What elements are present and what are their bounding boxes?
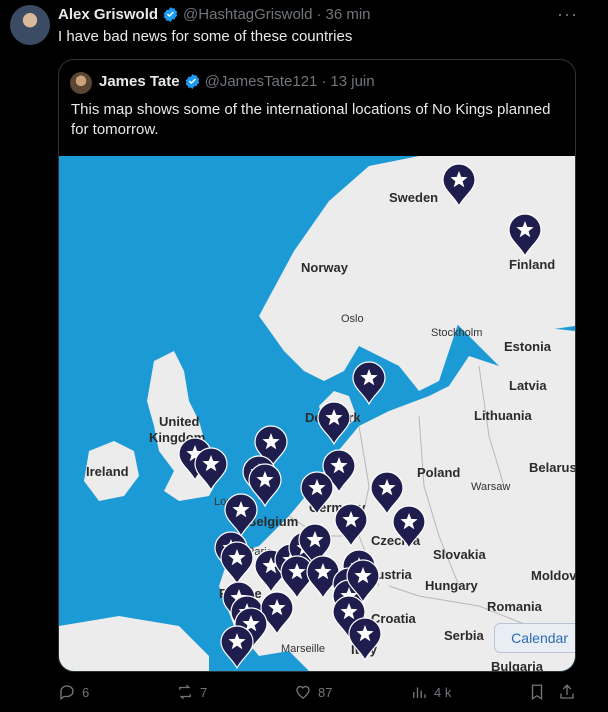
- repost-count: 7: [200, 684, 208, 700]
- repost-button[interactable]: 7: [176, 683, 207, 701]
- label-sweden: Sweden: [389, 190, 438, 205]
- label-oslo: Oslo: [341, 313, 364, 325]
- label-moldova: Moldova: [531, 568, 575, 583]
- author-name[interactable]: Alex Griswold: [58, 6, 158, 23]
- bookmark-icon: [531, 684, 543, 701]
- reply-count: 6: [82, 684, 90, 700]
- author-handle[interactable]: @HashtagGriswold: [183, 6, 312, 23]
- more-options-icon[interactable]: ···: [557, 4, 578, 25]
- label-serbia: Serbia: [444, 628, 485, 643]
- share-icon: [560, 684, 574, 699]
- label-finland: Finland: [509, 257, 555, 272]
- separator-dot: ·: [321, 73, 327, 90]
- quoted-post-header: James Tate @JamesTate121 · 13 juin: [99, 73, 375, 90]
- like-button[interactable]: 87: [294, 683, 332, 701]
- quoted-author-avatar[interactable]: [70, 72, 92, 94]
- views-button[interactable]: 4 k: [410, 683, 451, 701]
- label-warsaw: Warsaw: [471, 481, 510, 493]
- reply-icon: [60, 685, 74, 701]
- label-stockholm: Stockholm: [431, 327, 482, 339]
- repost-icon: [179, 684, 191, 700]
- quoted-post-text: This map shows some of the international…: [71, 101, 551, 138]
- reply-button[interactable]: 6: [58, 683, 89, 701]
- author-avatar[interactable]: [10, 5, 50, 45]
- label-estonia: Estonia: [504, 339, 552, 354]
- post-actions-bar: 6 7 87 4 k: [58, 683, 588, 703]
- label-bulgaria: Bulgaria: [491, 659, 544, 671]
- like-count: 87: [318, 684, 333, 700]
- label-hungary: Hungary: [425, 578, 479, 593]
- views-chart-icon: [413, 687, 426, 698]
- separator-dot: ·: [316, 6, 322, 23]
- map-svg: Sweden Finland Norway Oslo Stockholm Est…: [59, 156, 575, 671]
- label-slovakia: Slovakia: [433, 547, 487, 562]
- label-lithuania: Lithuania: [474, 408, 533, 423]
- quoted-author-name[interactable]: James Tate: [99, 73, 180, 90]
- bookmark-button[interactable]: [528, 683, 546, 701]
- label-ireland: Ireland: [86, 464, 129, 479]
- label-poland: Poland: [417, 465, 460, 480]
- label-romania: Romania: [487, 599, 543, 614]
- quoted-post-date[interactable]: 13 juin: [330, 73, 374, 90]
- label-marseille: Marseille: [281, 643, 325, 655]
- quoted-author-handle[interactable]: @JamesTate121: [205, 73, 318, 90]
- label-latvia: Latvia: [509, 378, 547, 393]
- post-header: Alex Griswold @HashtagGriswold · 36 min: [58, 6, 371, 23]
- verified-badge-icon: [185, 74, 199, 89]
- post-text: I have bad news for some of these countr…: [58, 28, 353, 45]
- label-belarus: Belarus: [529, 460, 575, 475]
- label-norway: Norway: [301, 260, 349, 275]
- calendar-button[interactable]: Calendar: [494, 623, 575, 653]
- heart-icon: [296, 685, 310, 699]
- verified-badge-icon: [163, 7, 178, 22]
- views-count: 4 k: [434, 684, 452, 700]
- post-time[interactable]: 36 min: [325, 6, 370, 23]
- europe-map-image[interactable]: Sweden Finland Norway Oslo Stockholm Est…: [59, 156, 575, 671]
- share-button[interactable]: [558, 683, 576, 701]
- label-united: United: [159, 414, 200, 429]
- quoted-post[interactable]: James Tate @JamesTate121 · 13 juin This …: [58, 59, 576, 672]
